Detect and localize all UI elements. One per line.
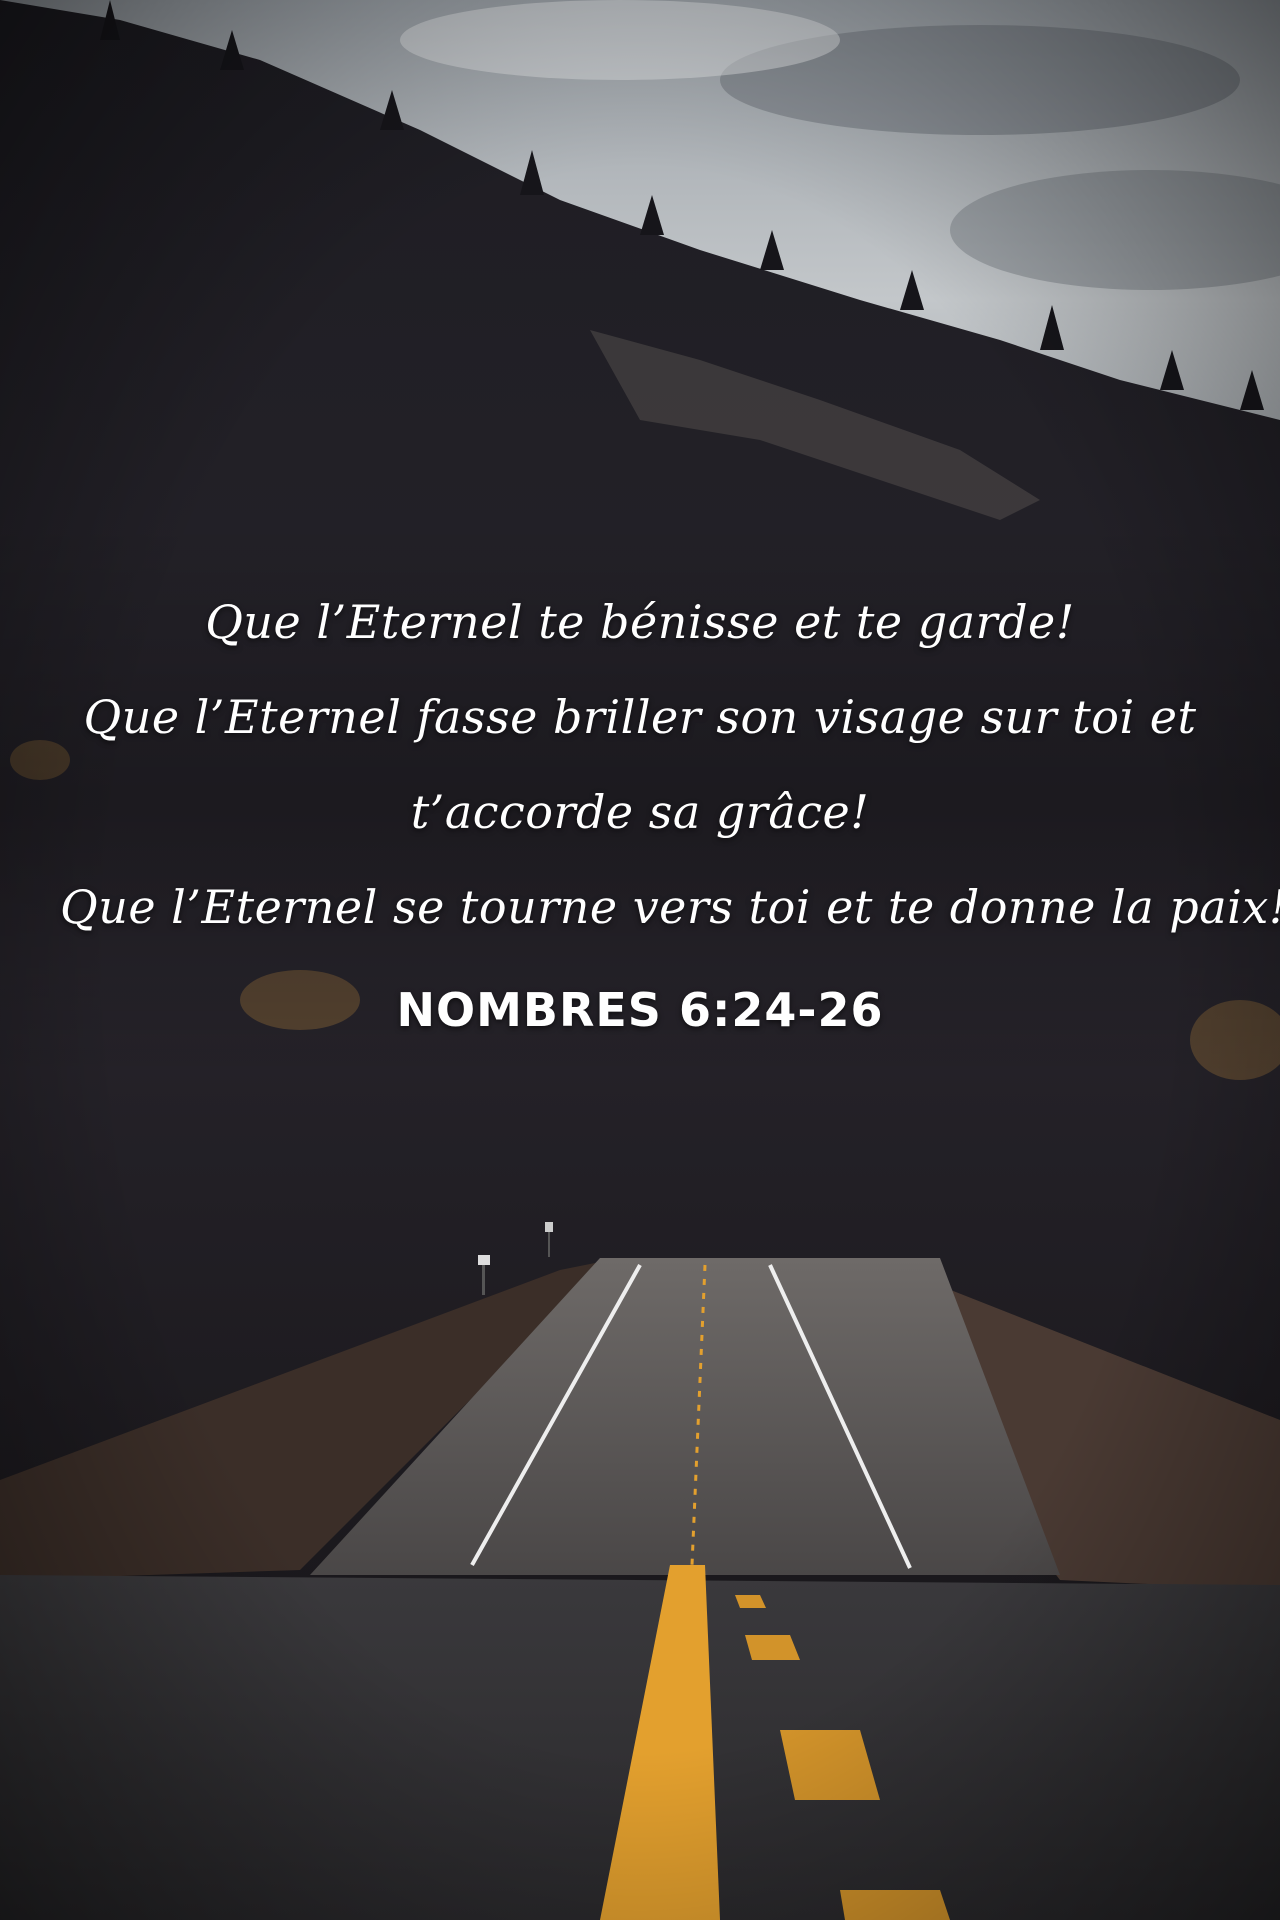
verse-reference: NOMBRES 6:24-26: [396, 983, 884, 1037]
bible-verse: Que l’Eternel te bénisse et te garde! Qu…: [60, 575, 1280, 1037]
verse-line-4: Que l’Eternel se tourne vers toi et te d…: [60, 880, 1280, 934]
verse-line-3: t’accorde sa grâce!: [410, 785, 870, 839]
verse-line-2: Que l’Eternel fasse briller son visage s…: [83, 690, 1197, 744]
background-photo: 90 Que l’Eternel te bénisse et te garde!…: [0, 0, 1280, 1920]
verse-line-1: Que l’Eternel te bénisse et te garde!: [205, 595, 1075, 649]
